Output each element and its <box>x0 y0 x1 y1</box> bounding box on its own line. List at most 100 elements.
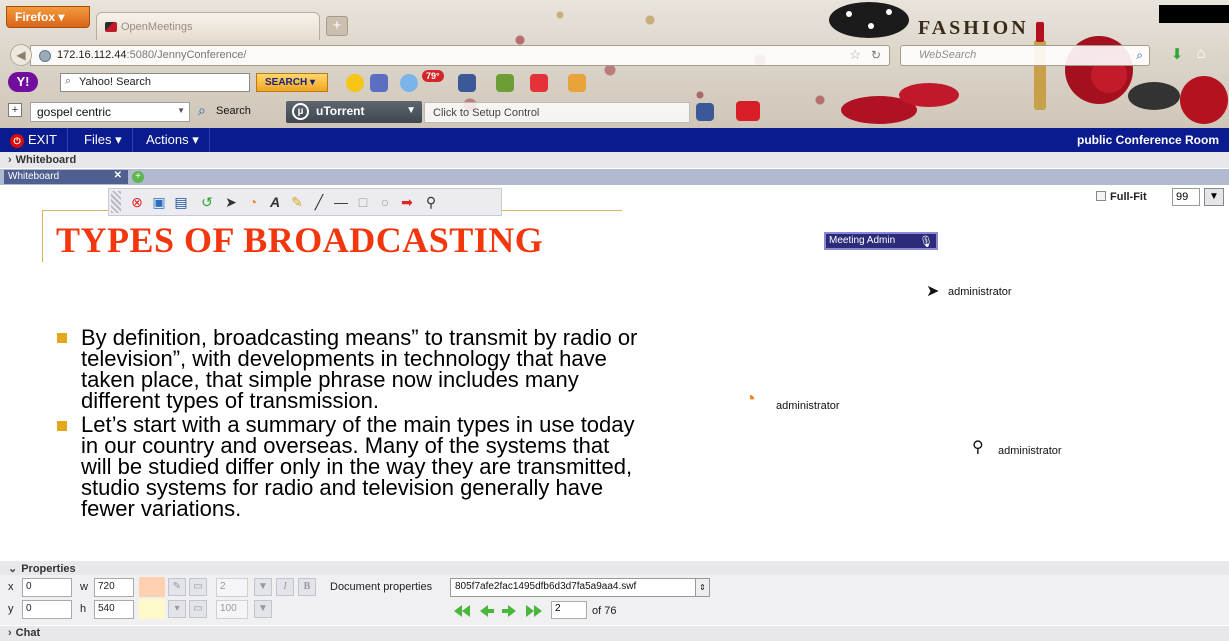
pencil-icon[interactable]: ✎ <box>287 192 307 212</box>
yahoo-search-placeholder: Yahoo! Search <box>79 76 151 88</box>
chevron-down-icon[interactable]: ▼ <box>406 105 416 116</box>
home-icon[interactable]: ⌂ <box>1190 45 1212 65</box>
mail-icon[interactable] <box>370 74 388 92</box>
page-count-label: of 76 <box>592 605 617 617</box>
page-number-input[interactable]: 2 <box>551 601 587 619</box>
bullet-marker <box>57 333 67 343</box>
next-page-icon[interactable] <box>500 604 520 618</box>
lock-icon[interactable]: ▭ <box>189 600 207 618</box>
browser-chrome: FASHION Firefox ▾ OpenMeetings + 172.16.… <box>0 0 1229 128</box>
chevron-down-icon[interactable]: ▼ <box>254 600 272 618</box>
whiteboard-canvas[interactable]: TYPES OF BROADCASTING By definition, bro… <box>16 185 1229 547</box>
news-icon[interactable] <box>568 74 586 92</box>
remote-cursor-icon: ➤ <box>926 283 940 300</box>
presentation-slide: TYPES OF BROADCASTING By definition, bro… <box>42 191 652 541</box>
new-tab-button[interactable]: + <box>326 16 348 36</box>
weather-icon[interactable] <box>400 74 418 92</box>
zoom-dropdown-button[interactable]: ▼ <box>1204 188 1224 206</box>
utorrent-button[interactable]: µ uTorrent ▼ <box>286 101 422 123</box>
mic-icon: 🎙 <box>919 236 933 248</box>
setup-control-field[interactable]: Click to Setup Control <box>424 102 690 123</box>
pencil-icon[interactable]: ✎ <box>168 578 186 596</box>
files-menu[interactable]: Files ▾ <box>74 128 133 152</box>
whiteboard-section-label: Whiteboard <box>15 154 77 166</box>
meeting-admin-badge[interactable]: Meeting Admin 🎙 <box>824 232 938 250</box>
bookmark-star-icon[interactable]: ☆ <box>849 47 861 63</box>
width-input[interactable]: 720 <box>94 578 134 597</box>
chevron-down-icon[interactable]: ▼ <box>254 578 272 596</box>
ellipse-icon[interactable]: ○ <box>375 192 395 212</box>
whiteboard-section-header[interactable]: › Whiteboard <box>0 152 1229 168</box>
new-document-icon[interactable]: ▣ <box>149 192 169 212</box>
download-icon[interactable]: ⬇ <box>1166 45 1188 65</box>
line-width-input[interactable]: 2 <box>216 578 248 597</box>
pointer-icon[interactable]: ➤ <box>221 192 241 212</box>
italic-button[interactable]: I <box>276 578 294 596</box>
toolbar-search-button[interactable]: ⌕ Search <box>194 102 264 122</box>
url-bar[interactable]: 172.16.112.44:5080/JennyConference/ ☆ ↻ <box>30 45 890 66</box>
zoom-tool-icon[interactable]: ⚲ <box>421 192 441 212</box>
opacity-input[interactable]: 100 <box>216 600 248 619</box>
document-select[interactable]: 805f7afe2fac1495dfb6d3d7fa5a9aa4.swf ⇕ <box>450 578 710 597</box>
smiley-icon[interactable] <box>346 74 364 92</box>
slide-title: TYPES OF BROADCASTING <box>56 220 544 260</box>
yahoo-search-input[interactable]: ⌕ Yahoo! Search <box>60 73 250 92</box>
last-page-icon[interactable] <box>524 604 544 618</box>
yahoo-search-button[interactable]: SEARCH ▾ <box>256 73 328 92</box>
first-page-icon[interactable] <box>452 604 472 618</box>
previous-page-icon[interactable] <box>476 604 496 618</box>
chevron-down-icon: ⌄ <box>8 563 18 575</box>
firefox-menu-button[interactable]: Firefox ▾ <box>6 6 90 28</box>
text-icon[interactable]: A <box>265 192 285 212</box>
utorrent-label: uTorrent <box>316 104 365 118</box>
full-fit-checkbox[interactable] <box>1096 191 1106 201</box>
browser-tab[interactable]: OpenMeetings <box>96 12 320 40</box>
x-input[interactable]: 0 <box>22 578 72 597</box>
exit-button[interactable]: ⏻ EXIT <box>0 128 68 152</box>
zoom-input[interactable]: 99 <box>1172 188 1200 206</box>
undo-icon[interactable]: ↺ <box>197 192 217 212</box>
chevron-updown-icon[interactable]: ⇕ <box>695 579 709 596</box>
height-input[interactable]: 540 <box>94 600 134 619</box>
search-icon[interactable]: ⌕ <box>1136 48 1143 63</box>
facebook-icon[interactable] <box>458 74 476 92</box>
rectangle-icon[interactable]: □ <box>353 192 373 212</box>
save-icon[interactable]: ▤ <box>171 192 191 212</box>
chevron-down-icon[interactable]: ▼ <box>177 106 185 115</box>
play-vids-icon[interactable] <box>736 101 760 121</box>
bold-button[interactable]: B <box>298 578 316 596</box>
lock-icon[interactable]: ▭ <box>189 578 207 596</box>
yahoo-logo-icon[interactable]: Y! <box>8 72 38 92</box>
close-icon[interactable]: ✕ <box>114 170 122 181</box>
reload-icon[interactable]: ↻ <box>871 48 881 62</box>
underline-icon[interactable]: — <box>331 192 351 212</box>
laser-pointer-icon[interactable]: ◔ <box>243 192 263 212</box>
slide-left-rule <box>42 210 43 262</box>
back-button[interactable]: ◀ <box>10 44 32 66</box>
actions-label: Actions <box>146 132 189 147</box>
properties-section-label: Properties <box>21 563 76 575</box>
temperature-badge: 79° <box>422 70 444 82</box>
line-color-swatch[interactable] <box>139 577 165 597</box>
y-input[interactable]: 0 <box>22 600 72 619</box>
fill-icon[interactable]: ▾ <box>168 600 186 618</box>
facebook-icon[interactable] <box>696 103 714 121</box>
tab-title: OpenMeetings <box>121 21 193 33</box>
toolbar-search-value: gospel centric <box>37 105 112 119</box>
games-icon[interactable] <box>496 74 514 92</box>
properties-section-header[interactable]: ⌄ Properties <box>0 561 1229 575</box>
arrow-icon[interactable]: ➡ <box>397 192 417 212</box>
tab-whiteboard[interactable]: Whiteboard ✕ <box>4 170 128 184</box>
full-fit-toggle[interactable]: Full-Fit <box>1096 191 1147 203</box>
clear-icon[interactable]: ⊗ <box>127 192 147 212</box>
ebay-icon[interactable] <box>530 74 548 92</box>
add-whiteboard-button[interactable]: + <box>132 171 144 183</box>
line-icon[interactable]: ╱ <box>309 192 329 212</box>
toolbar-drag-handle[interactable] <box>111 191 121 213</box>
fill-color-swatch[interactable] <box>139 599 165 619</box>
actions-menu[interactable]: Actions ▾ <box>136 128 210 152</box>
web-search-input[interactable]: WebSearch ⌕ <box>900 45 1150 66</box>
toolbar-search-input[interactable]: gospel centric ▼ <box>30 102 190 122</box>
toolbar-plus-button[interactable]: + <box>8 103 22 117</box>
chat-section-header[interactable]: › Chat <box>0 626 1229 641</box>
